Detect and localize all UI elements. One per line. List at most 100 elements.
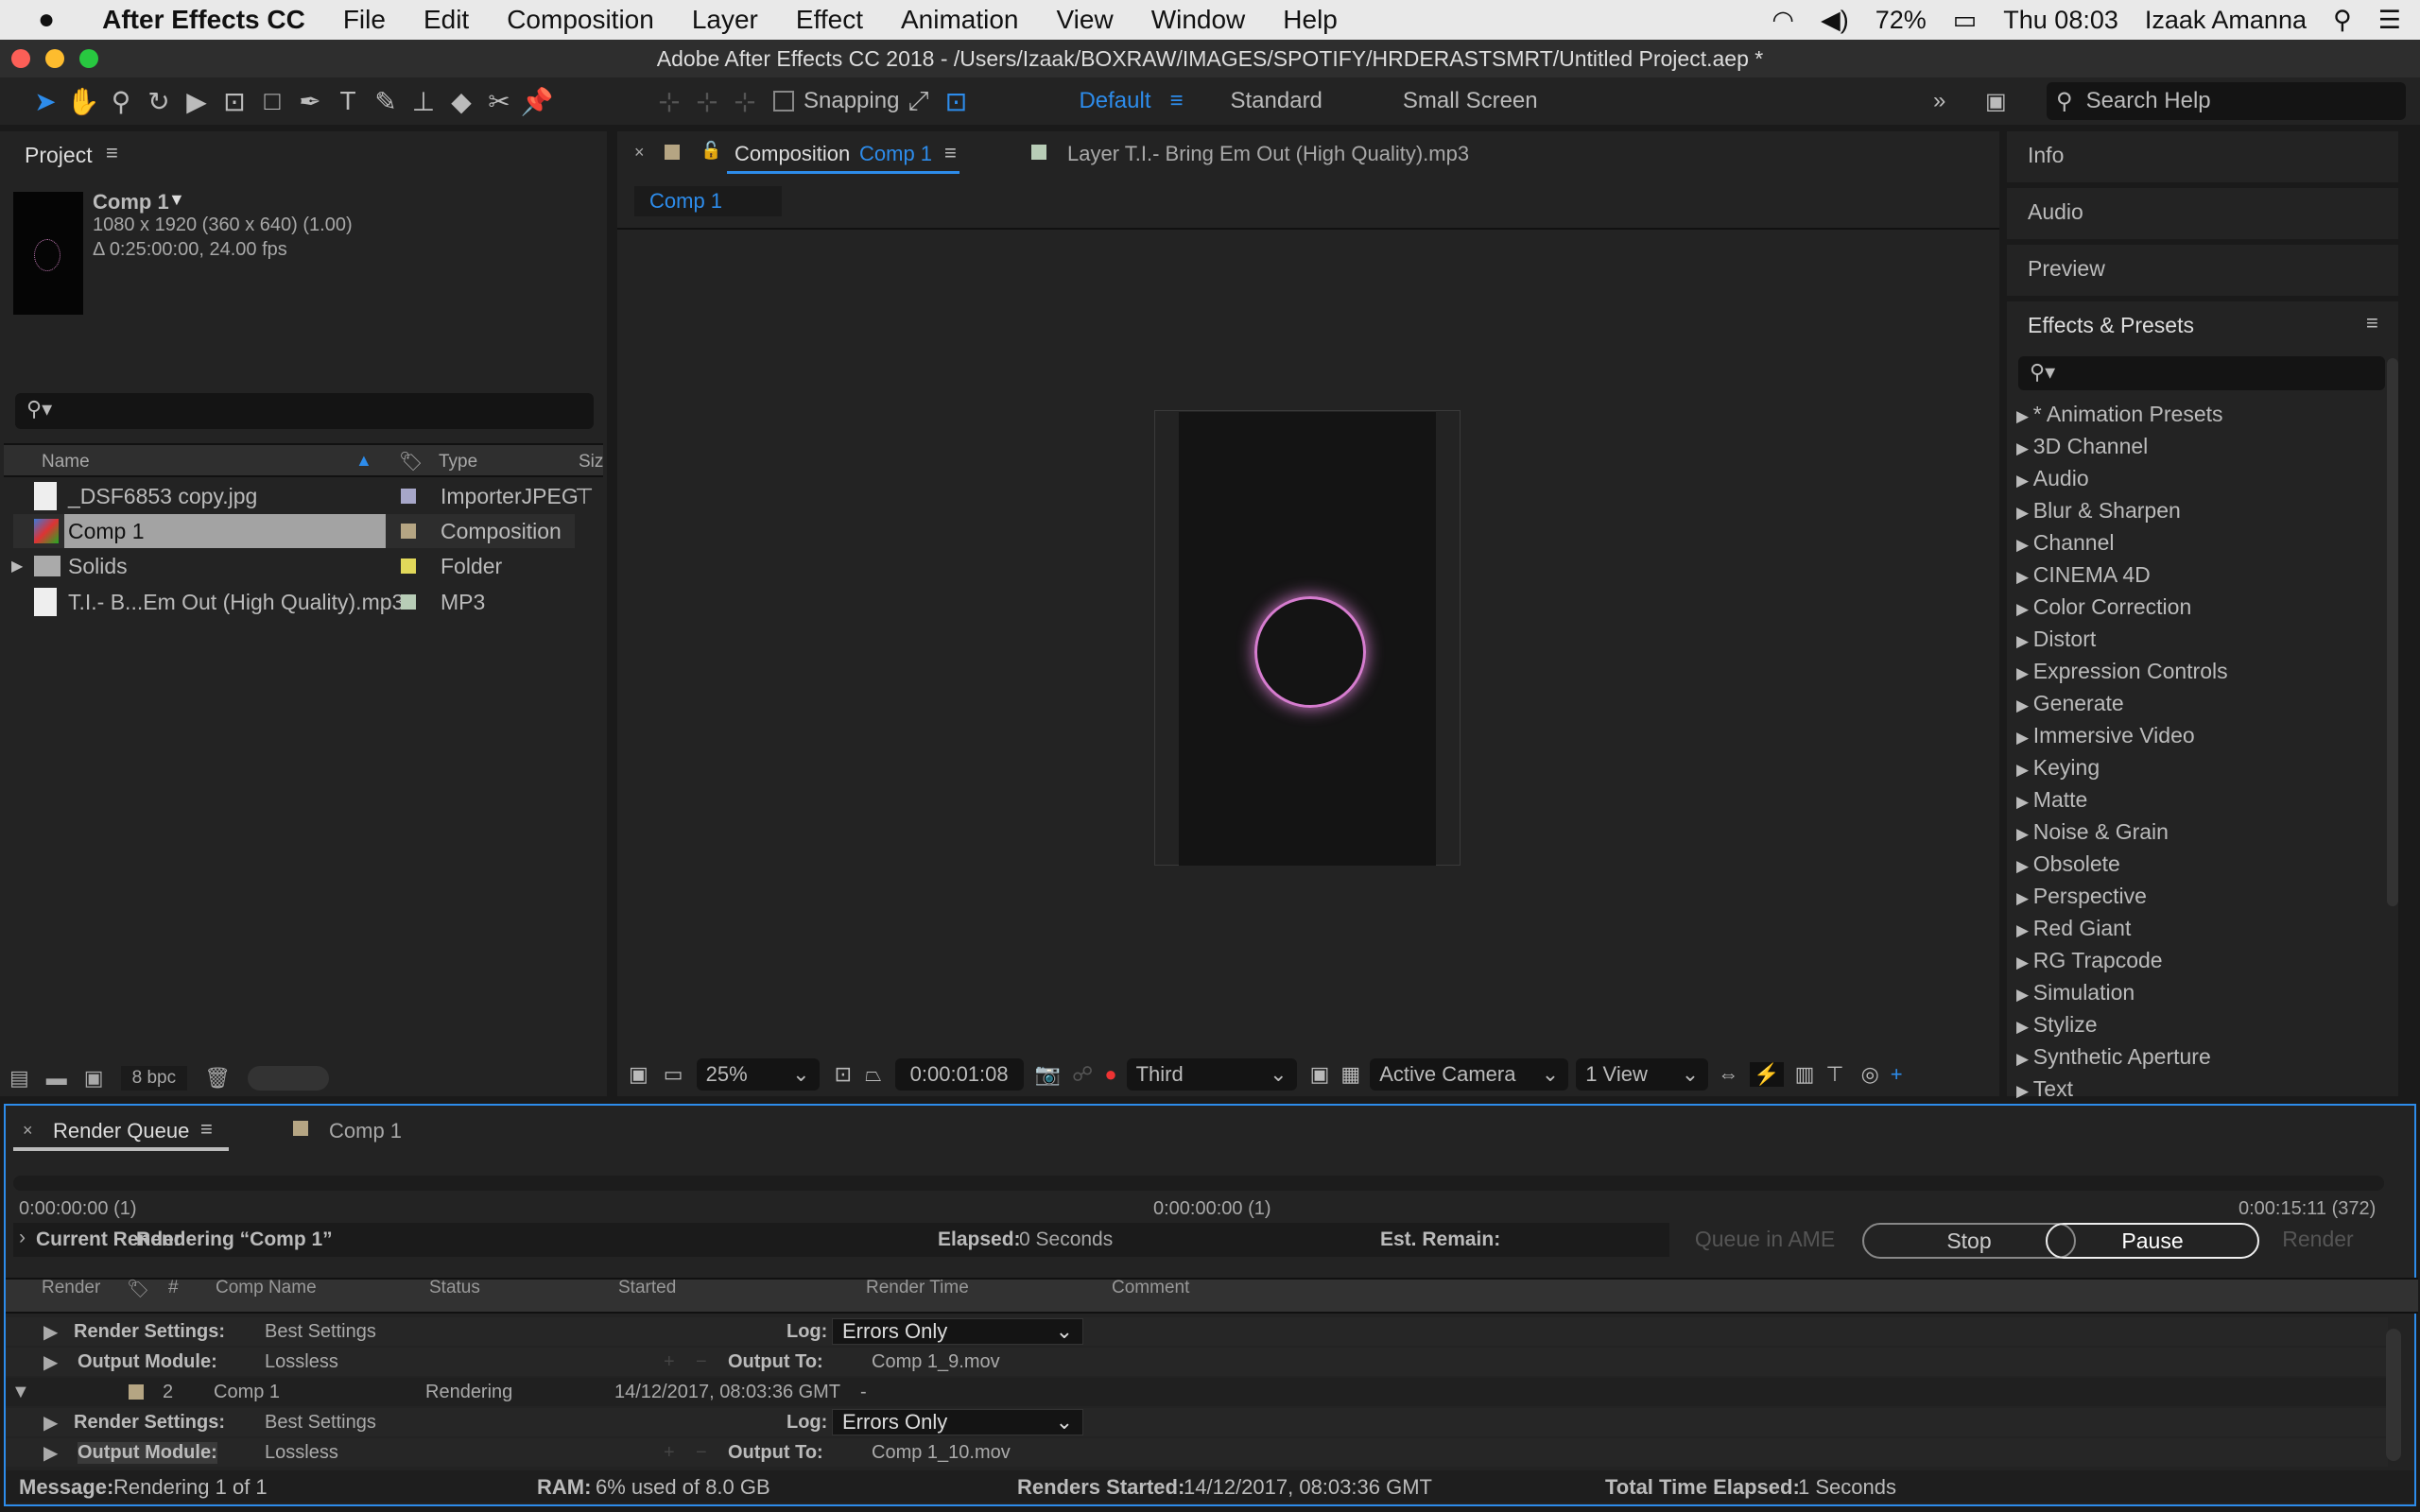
disclosure-triangle-icon[interactable]: ▶	[2016, 921, 2033, 939]
effects-category[interactable]: ▶ Noise & Grain	[2016, 819, 2169, 845]
disclosure-triangle-icon[interactable]: ▶	[2016, 1050, 2033, 1068]
fast-draft-icon[interactable]: ⚡	[1750, 1062, 1784, 1087]
zoom-tool-icon[interactable]: ⚲	[102, 82, 140, 120]
disclosure-triangle-icon[interactable]: ▶	[2016, 439, 2033, 457]
effects-category[interactable]: ▶ Blur & Sharpen	[2016, 498, 2181, 524]
effects-category[interactable]: ▶ Audio	[2016, 466, 2089, 491]
info-panel-tab[interactable]: Info	[2028, 143, 2064, 168]
roto-brush-tool-icon[interactable]: ✂	[480, 82, 518, 120]
column-number[interactable]: #	[168, 1278, 179, 1298]
close-tab-icon[interactable]: ×	[23, 1121, 33, 1141]
trash-icon[interactable]: 🗑	[204, 1066, 231, 1091]
axis-world-icon[interactable]: ⊹	[688, 82, 726, 120]
search-help-input[interactable]: ⚲ Search Help	[2047, 82, 2406, 120]
disclosure-triangle-icon[interactable]: ▶	[2016, 729, 2033, 747]
expand-triangle-icon[interactable]: ▶	[43, 1441, 58, 1465]
disclosure-triangle-icon[interactable]: ▶	[2016, 986, 2033, 1004]
axis-local-icon[interactable]: ⊹	[650, 82, 688, 120]
hand-tool-icon[interactable]: ✋	[64, 82, 102, 120]
disclosure-triangle-icon[interactable]: ▶	[2016, 632, 2033, 650]
label-swatch[interactable]	[401, 594, 416, 610]
project-item-selected[interactable]: Comp 1 Composition	[13, 514, 575, 548]
effects-category[interactable]: ▶ Matte	[2016, 787, 2087, 813]
disclosure-triangle-icon[interactable]: ▶	[2016, 954, 2033, 971]
effects-category[interactable]: ▶ RG Trapcode	[2016, 948, 2163, 973]
audio-panel-tab[interactable]: Audio	[2028, 199, 2083, 225]
effects-category[interactable]: ▶ Color Correction	[2016, 594, 2191, 620]
column-render-time[interactable]: Render Time	[866, 1278, 969, 1298]
disclosure-triangle-icon[interactable]: ▶	[2016, 793, 2033, 811]
disclosure-triangle-icon[interactable]: ▶	[11, 557, 23, 576]
menu-composition[interactable]: Composition	[507, 5, 654, 35]
clone-stamp-tool-icon[interactable]: ⊥	[405, 82, 442, 120]
disclosure-triangle-icon[interactable]: ▶	[2016, 407, 2033, 425]
collapse-triangle-icon[interactable]: ▼	[11, 1382, 30, 1403]
workspace-menu-icon[interactable]: ≡	[1169, 88, 1183, 114]
effects-category[interactable]: ▶ Synthetic Aperture	[2016, 1044, 2211, 1070]
brush-tool-icon[interactable]: ✎	[367, 82, 405, 120]
add-icon[interactable]: +	[1891, 1062, 1903, 1087]
disclosure-triangle-icon[interactable]: ▶	[2016, 536, 2033, 554]
minimize-window-button[interactable]	[45, 49, 64, 68]
effects-search-input[interactable]: ⚲▾	[2018, 356, 2385, 390]
sync-settings-icon[interactable]: ▣	[1985, 88, 2007, 115]
always-preview-icon[interactable]: ▣	[629, 1062, 648, 1087]
new-composition-icon[interactable]: ▣	[84, 1066, 104, 1091]
add-output-icon[interactable]: +	[664, 1351, 675, 1373]
menu-help[interactable]: Help	[1283, 5, 1338, 35]
add-output-icon[interactable]: +	[664, 1442, 675, 1464]
pause-button[interactable]: Pause	[2046, 1223, 2259, 1259]
column-name[interactable]: Name	[42, 452, 90, 472]
output-module-value[interactable]: Lossless	[265, 1442, 338, 1464]
log-dropdown[interactable]: Errors Only ⌄	[832, 1409, 1083, 1435]
project-item[interactable]: T.I.- B...Em Out (High Quality).mp3 MP3	[13, 585, 575, 619]
snap-target-icon[interactable]: ⊡	[937, 82, 975, 120]
camera-tool-icon[interactable]: ▶	[178, 82, 216, 120]
pan-behind-tool-icon[interactable]: ⊡	[216, 82, 253, 120]
rectangle-tool-icon[interactable]: □	[253, 82, 291, 120]
panel-menu-icon[interactable]: ≡	[2366, 311, 2378, 335]
sort-ascending-icon[interactable]: ▲	[355, 451, 372, 471]
effects-scrollbar[interactable]	[2387, 358, 2398, 906]
clock[interactable]: Thu 08:03	[2003, 6, 2118, 35]
effects-category[interactable]: ▶ Generate	[2016, 691, 2124, 716]
effects-category[interactable]: ▶ Simulation	[2016, 980, 2135, 1005]
effects-category[interactable]: ▶ 3D Channel	[2016, 434, 2148, 459]
wifi-icon[interactable]: ◠	[1772, 6, 1794, 35]
expand-triangle-icon[interactable]: ▶	[43, 1350, 58, 1374]
menu-layer[interactable]: Layer	[692, 5, 758, 35]
puppet-pin-tool-icon[interactable]: 📌	[518, 82, 556, 120]
panel-menu-icon[interactable]: ≡	[106, 141, 118, 165]
label-column-icon[interactable]: 🏷	[127, 1278, 149, 1300]
effects-category[interactable]: ▶ Stylize	[2016, 1012, 2098, 1038]
region-of-interest-icon[interactable]: ⊡	[835, 1062, 852, 1087]
tab-composition-name[interactable]: Comp 1	[859, 142, 932, 166]
expand-triangle-icon[interactable]: ▶	[43, 1320, 58, 1344]
disclosure-triangle-icon[interactable]: ▶	[2016, 761, 2033, 779]
close-window-button[interactable]	[11, 49, 30, 68]
panel-menu-icon[interactable]: ≡	[200, 1117, 213, 1142]
comp-breadcrumb[interactable]: Comp 1	[634, 186, 782, 216]
more-workspaces-icon[interactable]: »	[1933, 88, 1945, 114]
project-panel-title[interactable]: Project	[25, 143, 93, 168]
zoom-window-button[interactable]	[79, 49, 98, 68]
disclosure-triangle-icon[interactable]: ▶	[2016, 472, 2033, 490]
show-snapshot-icon[interactable]: ☍	[1072, 1062, 1093, 1087]
project-item[interactable]: _DSF6853 copy.jpg ImporterJPEG ⊤	[13, 479, 599, 513]
disclosure-triangle-icon[interactable]: ▶	[2016, 696, 2033, 714]
effects-category[interactable]: ▶ CINEMA 4D	[2016, 562, 2151, 588]
disclosure-triangle-icon[interactable]: ▶	[2016, 889, 2033, 907]
close-tab-icon[interactable]: ×	[634, 143, 645, 163]
expand-triangle-icon[interactable]: ▶	[43, 1411, 58, 1435]
effects-category[interactable]: ▶ Text	[2016, 1076, 2073, 1102]
menu-effect[interactable]: Effect	[796, 5, 863, 35]
effects-presets-title[interactable]: Effects & Presets	[2028, 313, 2194, 338]
column-status[interactable]: Status	[429, 1278, 480, 1298]
project-item[interactable]: ▶ Solids Folder	[11, 549, 575, 583]
effects-category[interactable]: ▶ Immersive Video	[2016, 723, 2195, 748]
battery-percent[interactable]: 72%	[1876, 6, 1927, 35]
column-comment[interactable]: Comment	[1112, 1278, 1189, 1298]
transparency-grid-icon[interactable]: ⏢	[865, 1062, 882, 1087]
disclosure-triangle-icon[interactable]: ▶	[2016, 1018, 2033, 1036]
fast-previews-icon[interactable]: ▣	[1310, 1062, 1330, 1087]
